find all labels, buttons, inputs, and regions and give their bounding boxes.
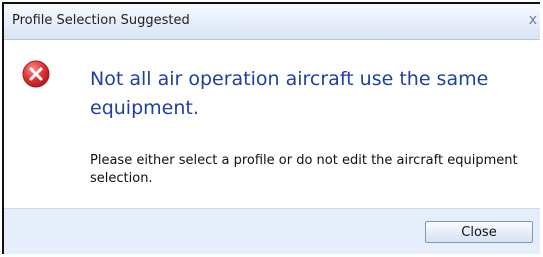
dialog-title: Profile Selection Suggested bbox=[12, 13, 190, 28]
close-icon[interactable]: x bbox=[529, 12, 537, 28]
dialog-window: Profile Selection Suggested x Not all ai… bbox=[2, 2, 540, 254]
error-icon bbox=[22, 60, 50, 88]
close-button[interactable]: Close bbox=[425, 221, 533, 243]
title-bar[interactable]: Profile Selection Suggested x bbox=[4, 4, 540, 40]
detail-message: Please either select a profile or do not… bbox=[90, 153, 518, 186]
message-area: Not all air operation aircraft use the s… bbox=[4, 40, 540, 208]
button-bar: Close bbox=[4, 208, 540, 254]
main-message: Not all air operation aircraft use the s… bbox=[90, 68, 489, 119]
